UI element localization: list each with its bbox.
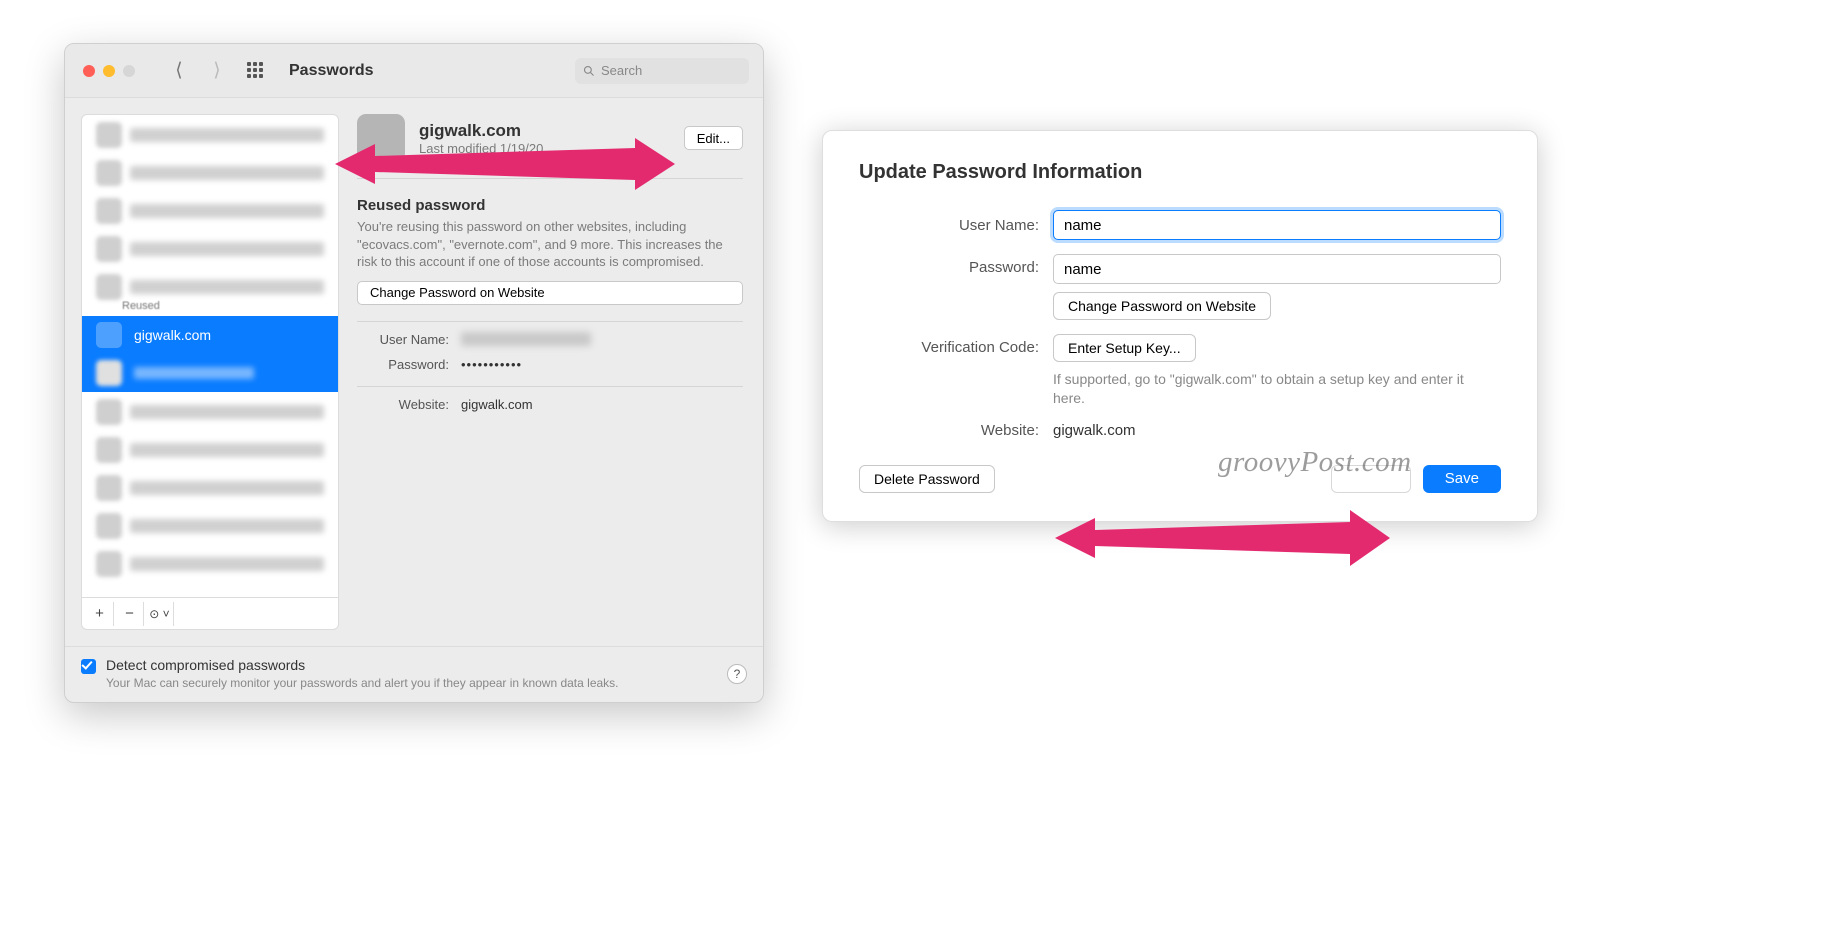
username-label: User Name: — [357, 332, 449, 347]
update-password-sheet: Update Password Information User Name: P… — [822, 130, 1538, 522]
actions-menu-button[interactable]: ⊙ ˅ — [146, 602, 174, 626]
detect-compromised-hint: Your Mac can securely monitor your passw… — [106, 676, 619, 690]
website-label: Website: — [357, 397, 449, 412]
titlebar: ⟨ ⟩ Passwords Search — [65, 44, 763, 98]
window-title: Passwords — [289, 62, 561, 80]
list-item[interactable] — [90, 231, 330, 267]
sheet-title: Update Password Information — [859, 161, 1501, 184]
password-list[interactable]: Reused gigwalk.com — [82, 115, 338, 597]
window-bottom: Detect compromised passwords Your Mac ca… — [65, 646, 763, 696]
list-item[interactable] — [90, 117, 330, 153]
list-item[interactable] — [90, 508, 330, 544]
site-domain-label: gigwalk.com — [134, 327, 211, 343]
password-row: Password: ••••••••••• — [357, 357, 743, 372]
password-row: Password: Change Password on Website — [859, 254, 1501, 320]
username-input[interactable] — [1053, 210, 1501, 240]
watermark: groovyPost.com — [1218, 446, 1412, 479]
username-row: User Name: — [357, 332, 743, 347]
verification-hint: If supported, go to "gigwalk.com" to obt… — [1053, 370, 1493, 408]
list-item[interactable] — [90, 470, 330, 506]
search-field[interactable]: Search — [575, 58, 749, 84]
list-item[interactable] — [82, 354, 338, 392]
password-input[interactable] — [1053, 254, 1501, 284]
close-window-btn[interactable] — [83, 65, 95, 77]
edit-button[interactable]: Edit... — [684, 126, 743, 150]
selected-list-item[interactable]: gigwalk.com — [82, 316, 338, 354]
list-item[interactable] — [90, 394, 330, 430]
enter-setup-key-button[interactable]: Enter Setup Key... — [1053, 334, 1196, 362]
username-row: User Name: — [859, 210, 1501, 240]
nav-forward-button[interactable]: ⟩ — [205, 60, 229, 82]
annotation-arrow-edit — [335, 138, 675, 190]
help-button[interactable]: ? — [727, 664, 747, 684]
detect-compromised-checkbox[interactable] — [81, 659, 96, 674]
zoom-window-btn[interactable] — [123, 65, 135, 77]
add-password-button[interactable]: + — [86, 602, 114, 626]
site-favicon — [96, 322, 122, 348]
change-password-website-button[interactable]: Change Password on Website — [357, 281, 743, 305]
list-item[interactable] — [90, 432, 330, 468]
password-label: Password: — [357, 357, 449, 372]
detail-pane: gigwalk.com Last modified 1/19/20 Edit..… — [353, 114, 747, 630]
website-value: gigwalk.com — [1053, 422, 1501, 439]
minimize-window-btn[interactable] — [103, 65, 115, 77]
password-value: ••••••••••• — [461, 357, 522, 372]
website-value: gigwalk.com — [461, 397, 533, 412]
username-label: User Name: — [859, 217, 1039, 234]
search-icon — [583, 65, 595, 77]
sidebar-footer: + − ⊙ ˅ — [82, 597, 338, 629]
list-item[interactable] — [90, 546, 330, 582]
warning-body: You're reusing this password on other we… — [357, 218, 743, 271]
verification-label: Verification Code: — [859, 339, 1039, 356]
detect-compromised-label: Detect compromised passwords — [106, 657, 619, 673]
traffic-lights — [83, 65, 135, 77]
delete-password-button[interactable]: Delete Password — [859, 465, 995, 493]
nav-back-button[interactable]: ⟨ — [167, 60, 191, 82]
change-password-website-button[interactable]: Change Password on Website — [1053, 292, 1271, 320]
search-placeholder: Search — [601, 63, 642, 78]
list-item[interactable] — [90, 193, 330, 229]
show-all-prefs-button[interactable] — [247, 62, 269, 80]
list-item[interactable] — [90, 155, 330, 191]
reused-tag: Reused — [122, 300, 338, 312]
warning-title: Reused password — [357, 197, 743, 214]
website-label: Website: — [859, 422, 1039, 439]
website-row: Website: gigwalk.com — [357, 397, 743, 412]
password-label: Password: — [859, 259, 1039, 276]
username-value — [461, 332, 591, 346]
save-button[interactable]: Save — [1423, 465, 1501, 493]
remove-password-button[interactable]: − — [116, 602, 144, 626]
annotation-arrow-save — [1055, 510, 1390, 566]
website-row: Website: gigwalk.com — [859, 422, 1501, 439]
verification-row: Verification Code: Enter Setup Key... If… — [859, 334, 1501, 408]
passwords-sidebar: Reused gigwalk.com + − ⊙ ˅ — [81, 114, 339, 630]
